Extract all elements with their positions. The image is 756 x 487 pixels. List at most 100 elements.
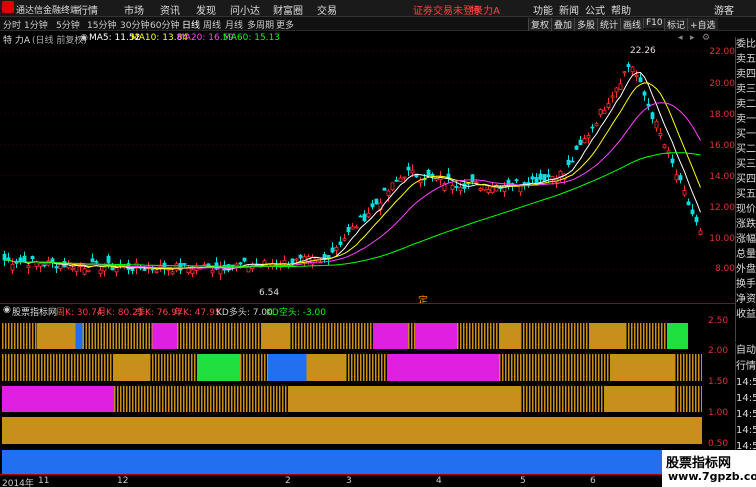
band-stripe [695,386,697,412]
period-more[interactable]: 更多 [276,18,294,31]
quote-panel: 委比 卖五 卖四 卖三 卖二 卖一 买一 买二 买三 买四 买五 现价 涨跌 涨… [735,37,756,342]
candle [354,224,359,229]
mark-button[interactable]: 标记 [664,18,688,31]
band-stripe [2,323,4,349]
period-30min[interactable]: 30分钟 [120,18,149,31]
candle [290,258,295,268]
band-block [152,323,177,349]
band-stripe [136,323,138,349]
period-monthly[interactable]: 月线 [225,18,243,31]
band-stripe [360,354,362,381]
menu-item-shichang[interactable]: 市场 [124,2,144,17]
menu-item-wenxiaoda[interactable]: 问小达 [230,2,260,17]
period-multi[interactable]: 多周期 [247,18,274,31]
band-stripe [26,354,28,381]
band-stripe [568,354,570,381]
candlestick-chart[interactable] [0,46,705,302]
menu-item-xinwen[interactable]: 新闻 [559,2,579,17]
band-stripe [490,323,492,349]
price-tick: 16.00 [709,141,735,151]
period-5min[interactable]: 5分钟 [56,18,80,31]
band-stripe [264,386,266,412]
menu-item-gongneng[interactable]: 功能 [533,2,553,17]
period-60min[interactable]: 60分钟 [150,18,179,31]
menu-item-faxian[interactable]: 发现 [196,2,216,17]
draw-line-button[interactable]: 画线 [620,18,644,31]
add-watchlist-button[interactable]: +自选 [687,18,718,31]
band-stripe [523,323,525,349]
fuquan-button[interactable]: 复权 [528,18,552,31]
candle [622,71,627,77]
band-stripe [541,323,543,349]
band-stripe [147,386,149,412]
period-15min[interactable]: 15分钟 [87,18,116,31]
band-stripe [520,354,522,381]
band-stripe [62,354,64,381]
indicator-settings-icon[interactable]: ◉ [3,305,11,315]
indicator-tick: 2.00 [708,346,729,356]
band-stripe [532,323,534,349]
settings-dot-icon[interactable]: ◉ [80,33,88,43]
menu-item-bangzhu[interactable]: 帮助 [611,2,631,17]
f10-button[interactable]: F10 [643,18,665,28]
menu-item-zixun[interactable]: 资讯 [160,2,180,17]
settings-icon[interactable]: ⚙ [702,33,710,43]
band-stripe [38,354,40,381]
band-stripe [322,323,324,349]
band-stripe [316,323,318,349]
band-stripe [176,354,178,381]
statistics-button[interactable]: 统计 [597,18,621,31]
band-stripe [249,386,251,412]
band-stripe [130,323,132,349]
band-stripe [592,354,594,381]
candle [54,264,59,274]
period-daily[interactable]: 日线 [182,18,200,31]
candle [202,261,207,267]
band-stripe [112,323,114,349]
band-stripe [182,354,184,381]
candle [246,264,251,273]
band-stripe [258,354,260,381]
nav-next-icon[interactable]: ▸ [690,33,695,43]
candle [294,257,299,266]
band-stripe [94,323,96,349]
period-1min[interactable]: 1分钟 [24,18,48,31]
band-stripe [17,354,19,381]
band-stripe [307,323,309,349]
user-label[interactable]: 游客 [714,2,734,17]
candle [570,156,575,163]
band-stripe [177,323,179,349]
band-stripe [85,323,87,349]
multi-stock-button[interactable]: 多股 [574,18,598,31]
band-stripe [5,354,7,381]
menu-item-hangqing[interactable]: 行情 [78,2,98,17]
price-tick: 12.00 [709,203,735,213]
band-stripe [529,354,531,381]
price-tick: 20.00 [709,79,735,89]
band-stripe [270,386,272,412]
band-stripe [640,323,642,349]
candle [638,73,643,83]
menu-item-jiaoyi[interactable]: 交易 [317,2,337,17]
price-tick: 22.00 [709,47,735,57]
period-fenshi[interactable]: 分时 [3,18,21,31]
band-stripe [535,386,537,412]
tick-label[interactable]: 自动 [736,343,756,359]
menu-item-gongshi[interactable]: 公式 [585,2,605,17]
candle [510,182,515,192]
band-stripe [195,386,197,412]
band-stripe [532,386,534,412]
tick-label[interactable]: 行情 [736,359,756,375]
nav-prev-icon[interactable]: ◂ [678,33,683,43]
band-stripe [526,386,528,412]
date-tick: 12 [117,476,129,486]
week-k-value: 周K: 30.74 [56,308,103,318]
candle [578,135,583,146]
period-weekly[interactable]: 周线 [203,18,221,31]
candle [614,87,619,99]
overlay-button[interactable]: 叠加 [551,18,575,31]
band-stripe [505,354,507,381]
band-stripe [457,323,459,349]
band-stripe [23,354,25,381]
menu-item-caifuquan[interactable]: 财富圈 [273,2,303,17]
